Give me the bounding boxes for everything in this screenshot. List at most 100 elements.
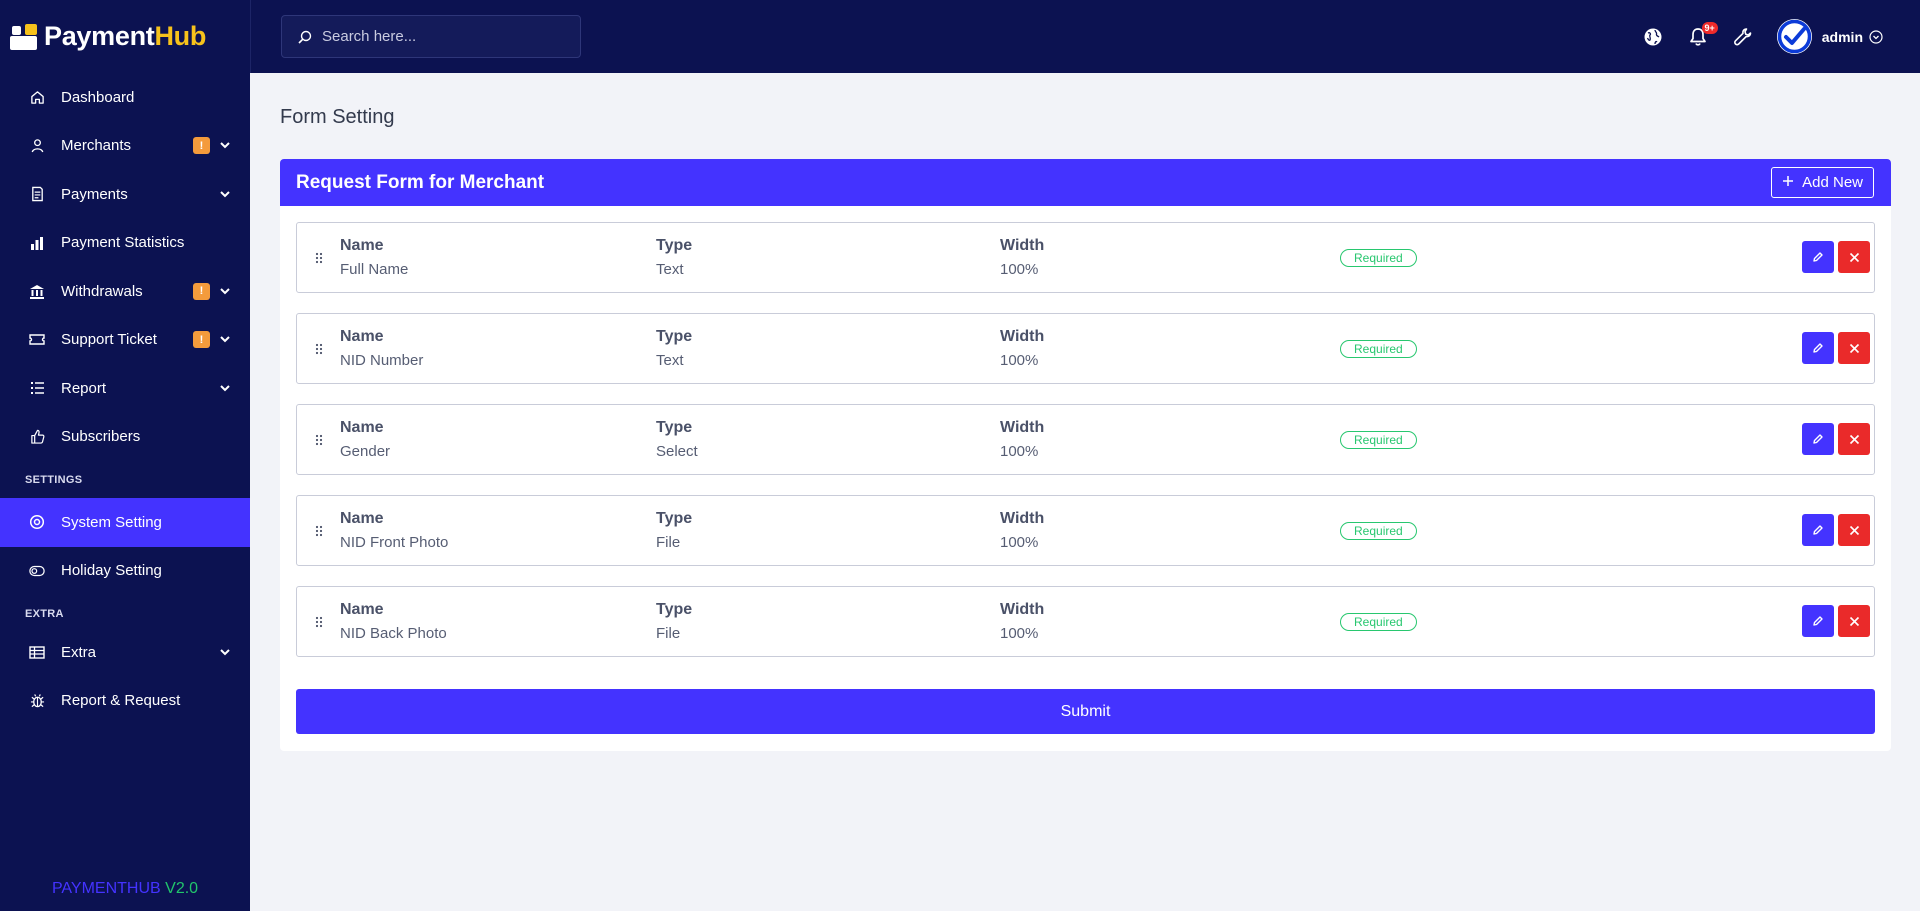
sidebar-item-label: Payment Statistics	[61, 234, 185, 252]
edit-button[interactable]	[1802, 423, 1834, 455]
card-header: Request Form for Merchant Add New	[280, 159, 1891, 206]
col-label-type: Type	[656, 510, 693, 527]
field-name-col: Name Gender	[340, 419, 390, 460]
field-type-col: Type Text	[656, 328, 692, 369]
sidebar-nav: Dashboard Merchants ! Payments Payment S…	[0, 73, 250, 725]
delete-button[interactable]	[1838, 332, 1870, 364]
field-width-col: Width 100%	[1000, 419, 1044, 460]
delete-button[interactable]	[1838, 423, 1870, 455]
sidebar-item-dashboard[interactable]: Dashboard	[0, 73, 250, 122]
drag-handle-icon[interactable]	[315, 342, 323, 355]
form-field-row[interactable]: Name NID Front Photo Type File Width 100% R…	[296, 495, 1875, 566]
col-label-name: Name	[340, 237, 384, 254]
sidebar-item-label: System Setting	[61, 513, 162, 531]
sidebar: PaymentHub Dashboard Merchants ! Payment…	[0, 0, 250, 911]
bell-icon[interactable]: 9+	[1687, 21, 1718, 48]
section-label-settings: SETTINGS	[25, 474, 83, 486]
chevron-down-icon	[220, 141, 230, 151]
sidebar-item-payments[interactable]: Payments	[0, 170, 250, 219]
page-title: Form Setting	[280, 106, 395, 128]
toggle-icon	[29, 563, 45, 579]
drag-handle-icon[interactable]	[315, 524, 323, 537]
required-badge: Required	[1340, 522, 1417, 540]
field-name-value: NID Number	[340, 352, 424, 369]
drag-handle-icon[interactable]	[315, 615, 323, 628]
sidebar-item-holiday-setting[interactable]: Holiday Setting	[0, 547, 250, 596]
sidebar-item-report-request[interactable]: Report & Request	[0, 677, 250, 726]
search-box[interactable]	[281, 15, 581, 58]
brand-logo[interactable]: PaymentHub	[0, 0, 250, 73]
col-label-name: Name	[340, 328, 384, 345]
form-field-row[interactable]: Name NID Back Photo Type File Width 100% Re…	[296, 586, 1875, 657]
form-field-row[interactable]: Name Full Name Type Text Width 100% Require…	[296, 222, 1875, 293]
card-title: Request Form for Merchant	[296, 171, 545, 193]
field-name-value: Gender	[340, 443, 391, 460]
field-type-value: Select	[656, 443, 698, 460]
field-name-value: NID Front Photo	[340, 534, 449, 551]
col-label-type: Type	[656, 419, 693, 436]
sidebar-item-label: Extra	[61, 643, 97, 661]
edit-button[interactable]	[1802, 605, 1834, 637]
sidebar-item-label: Holiday Setting	[61, 562, 162, 580]
col-label-type: Type	[656, 328, 693, 345]
form-card: Request Form for Merchant Add New Name Fu…	[280, 159, 1891, 751]
search-input[interactable]	[322, 28, 562, 45]
list-icon	[29, 380, 45, 396]
globe-icon[interactable]	[1642, 26, 1664, 48]
close-icon	[1849, 434, 1859, 444]
app-version: PAYMENTHUB V2.0	[51, 880, 199, 897]
sidebar-item-label: Merchants	[61, 137, 132, 155]
field-width-col: Width 100%	[1000, 601, 1044, 642]
field-name-col: Name NID Number	[340, 328, 423, 369]
username[interactable]: admin	[1822, 29, 1863, 45]
drag-handle-icon[interactable]	[315, 251, 323, 264]
edit-button[interactable]	[1802, 241, 1834, 273]
chevron-down-circle-icon[interactable]	[1869, 29, 1883, 44]
edit-button[interactable]	[1802, 514, 1834, 546]
delete-button[interactable]	[1838, 514, 1870, 546]
field-name-value: NID Back Photo	[340, 625, 447, 642]
field-width-col: Width 100%	[1000, 237, 1044, 278]
pencil-icon	[1813, 616, 1823, 626]
required-badge: Required	[1340, 249, 1417, 267]
notification-badge: 9+	[1701, 21, 1718, 34]
col-label-width: Width	[1000, 510, 1045, 527]
form-field-row[interactable]: Name Gender Type Select Width 100% Required	[296, 404, 1875, 475]
sidebar-item-report[interactable]: Report	[0, 364, 250, 413]
edit-button[interactable]	[1802, 332, 1834, 364]
sidebar-item-withdrawals[interactable]: Withdrawals !	[0, 267, 250, 316]
field-width-value: 100%	[1000, 625, 1039, 642]
col-label-name: Name	[340, 510, 384, 527]
chevron-down-icon	[220, 647, 230, 657]
sidebar-item-payment-statistics[interactable]: Payment Statistics	[0, 219, 250, 268]
user-icon	[29, 138, 45, 154]
col-label-name: Name	[340, 601, 384, 618]
drag-handle-icon[interactable]	[315, 433, 323, 446]
add-new-label: Add New	[1802, 174, 1863, 191]
alert-badge: !	[193, 137, 210, 155]
thumbs-up-icon	[29, 429, 45, 445]
wrench-icon[interactable]	[1732, 26, 1754, 48]
pencil-icon	[1813, 343, 1823, 353]
col-label-type: Type	[656, 237, 693, 254]
col-label-width: Width	[1000, 328, 1045, 345]
field-width-value: 100%	[1000, 534, 1039, 551]
sidebar-item-merchants[interactable]: Merchants !	[0, 122, 250, 171]
sidebar-item-label: Dashboard	[61, 88, 135, 106]
sidebar-item-extra[interactable]: Extra	[0, 628, 250, 677]
field-type-col: Type Select	[656, 419, 698, 460]
avatar[interactable]	[1776, 19, 1812, 54]
field-type-value: Text	[656, 352, 684, 369]
table-icon	[29, 644, 45, 660]
sidebar-item-subscribers[interactable]: Subscribers	[0, 413, 250, 462]
delete-button[interactable]	[1838, 241, 1870, 273]
delete-button[interactable]	[1838, 605, 1870, 637]
submit-button[interactable]: Submit	[296, 689, 1875, 734]
sidebar-item-support-ticket[interactable]: Support Ticket !	[0, 316, 250, 365]
sidebar-item-system-setting[interactable]: System Setting	[0, 498, 250, 547]
add-new-button[interactable]: Add New	[1771, 167, 1874, 198]
form-field-row[interactable]: Name NID Number Type Text Width 100% Requir…	[296, 313, 1875, 384]
sidebar-item-label: Report	[61, 379, 107, 397]
brand-name: PaymentHub	[44, 21, 207, 51]
section-label-extra: EXTRA	[25, 608, 64, 620]
